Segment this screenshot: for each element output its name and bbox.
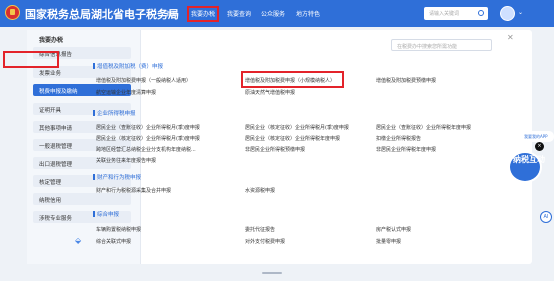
link-entrusted-collection[interactable]: 委托代征报告 (245, 226, 275, 233)
mascot-label: 纳税互动 (513, 155, 545, 164)
link-cit-nonresident-annual[interactable]: 非居民企业所得税年度申报 (376, 146, 436, 153)
link-related-party-report[interactable]: 关联业务往来年度报告申报 (96, 157, 156, 164)
section-vat-title: 增值税及附加税（费）申报 (92, 63, 164, 70)
link-cit-withholding[interactable]: 扣缴企业所得税报告 (376, 135, 421, 142)
nav-local-features[interactable]: 地方特色 (296, 9, 320, 18)
tax-emblem-icon (5, 5, 20, 20)
page-indicator (262, 272, 282, 274)
close-icon[interactable]: × (535, 142, 544, 151)
link-cit-assessed-annual[interactable]: 居民企业（核定征收）企业所得税年度申报 (245, 135, 340, 142)
nav-home[interactable]: 首页 (166, 9, 178, 18)
scroll-down-icon[interactable]: ⬙ (75, 236, 81, 245)
nav-inquiry[interactable]: 我要查询 (227, 9, 251, 18)
link-property-combined[interactable]: 财产和行为税税源采集及合并申报 (96, 187, 171, 194)
header-search-input[interactable]: 请输入关键词 (424, 7, 488, 20)
header-search-placeholder: 请输入关键词 (429, 11, 460, 17)
link-cit-assessed-quarterly[interactable]: 居民企业（核定征收）企业所得税月(季)度申报 (245, 124, 349, 131)
site-title[interactable]: 国家税务总局湖北省电子税务局 (25, 6, 179, 22)
small-scale-link-highlight (241, 71, 344, 88)
section-property-title: 财产和行为税申报 (92, 174, 142, 181)
link-cit-audit-quarterly[interactable]: 居民企业（查账征收）企业所得税月(季)度申报 (96, 124, 200, 131)
sidebar-item-credit[interactable]: 纳税信用 (33, 193, 131, 205)
link-oil-gas-vat[interactable]: 原油天然气增值税申报 (245, 89, 295, 96)
top-navigation-bar: 国家税务总局湖北省电子税务局 首页 我要办税 我要查询 公众服务 地方特色 请输… (0, 0, 554, 27)
sidebar-selection-highlight (3, 51, 59, 68)
link-batch-zero-declaration[interactable]: 批量零申报 (376, 238, 401, 245)
link-cit-branch-annual[interactable]: 跨地区经营汇总纳税企业分支机构年度纳税... (96, 146, 196, 153)
floating-app-pill[interactable]: 我要我的APP (520, 131, 554, 142)
link-cit-assessed-quarterly-2[interactable]: 居民企业（核定征收）企业所得税月(季)度申报 (96, 135, 200, 142)
link-vehicle-purchase-tax[interactable]: 车辆购置税纳税申报 (96, 226, 141, 233)
link-water-resource-tax[interactable]: 水资源税申报 (245, 187, 275, 194)
link-vat-general[interactable]: 增值税及附加税费申报（一般纳税人适用） (96, 77, 191, 84)
floating-mascot[interactable]: 纳税互动 (504, 147, 548, 185)
link-airline-settlement[interactable]: 航空运输企业年度清算申报 (96, 89, 156, 96)
link-vat-prepay[interactable]: 增值税及附加税费预缴申报 (376, 77, 436, 84)
nav-public-service[interactable]: 公众服务 (261, 9, 285, 18)
close-icon[interactable]: ✕ (507, 33, 514, 42)
section-comprehensive-title: 综合申报 (92, 211, 120, 218)
link-comprehensive-related[interactable]: 综合关联式申报 (96, 238, 131, 245)
link-property-recognition[interactable]: 房产税认式申报 (376, 226, 411, 233)
nav-tax-handling-highlight (187, 6, 219, 22)
link-foreign-payment[interactable]: 对外支付税费申报 (245, 238, 285, 245)
search-icon[interactable] (478, 10, 484, 16)
content-search-input[interactable]: 在税费办中搜索您所需功能 (391, 39, 492, 51)
section-cit-title: 企业所得税申报 (93, 110, 136, 117)
ai-assistant-button[interactable]: AI (540, 211, 552, 223)
sidebar-title: 我要办税 (39, 37, 64, 44)
link-cit-audit-annual[interactable]: 居民企业（查账征收）企业所得税年度申报 (376, 124, 471, 131)
user-avatar[interactable] (500, 6, 515, 21)
content-search-placeholder: 在税费办中搜索您所需功能 (397, 44, 458, 50)
link-cit-nonresident-prepay[interactable]: 非居民企业所得税预缴申报 (245, 146, 305, 153)
chevron-down-icon[interactable]: ⌄ (518, 9, 523, 16)
